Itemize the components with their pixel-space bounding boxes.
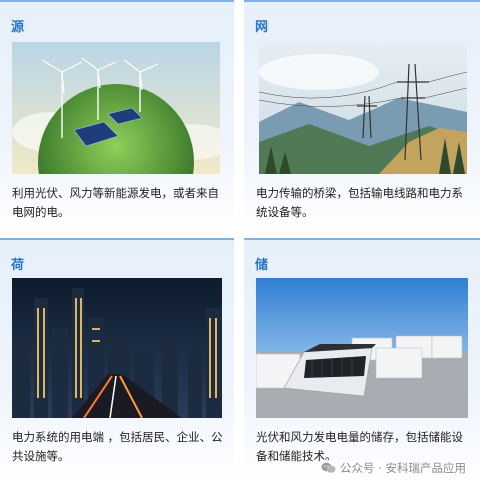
card-title: 网 (255, 20, 269, 35)
city-night-image (12, 278, 222, 418)
wind-solar-image (12, 42, 220, 174)
card-title: 荷 (11, 258, 25, 273)
card-grid: 网 电力传输的桥梁，包括输电线路和电力系统设备等。 (244, 0, 480, 233)
card-description: 电力系统的用电端 ，包括居民、企业、公共设施等。 (12, 430, 223, 463)
watermark-text: 公众号 · 安科瑞产品应用 (340, 461, 466, 475)
power-lines-image (259, 42, 467, 174)
card-description: 利用光伏、风力等新能源发电，或者来自电网的电。 (12, 186, 219, 219)
card-title: 储 (255, 258, 269, 273)
wechat-icon (321, 462, 336, 473)
card-source: 源 利用光伏、风力等新能源发电，或者来自电网的电。 (0, 0, 234, 233)
card-load: 荷 电力系统的用电端 ，包括居民、企业、公共设施等。 (0, 238, 234, 484)
watermark: 公众号 · 安科瑞产品应用 (321, 460, 466, 476)
energy-storage-image (256, 278, 468, 418)
card-title: 源 (11, 20, 25, 35)
card-storage: 储 光伏和风力发电电量的储存，包括储能设备和储能技术。 (244, 238, 480, 484)
card-description: 电力传输的桥梁，包括输电线路和电力系统设备等。 (256, 186, 463, 219)
